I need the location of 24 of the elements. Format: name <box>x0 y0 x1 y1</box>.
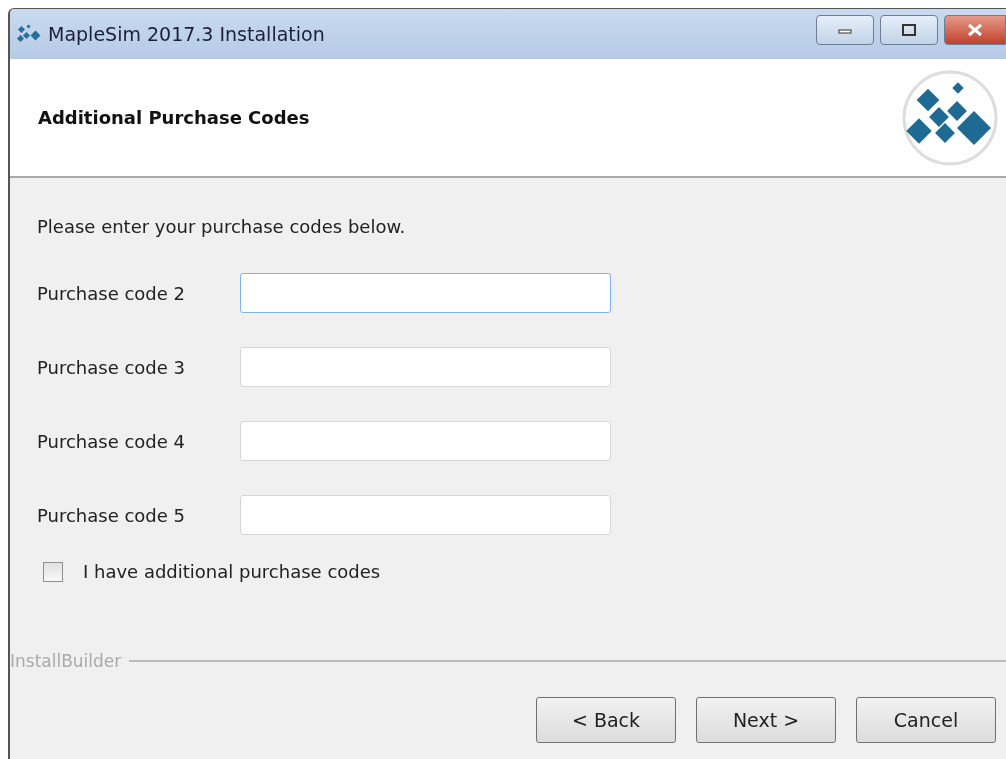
maximize-button[interactable] <box>880 15 938 45</box>
brand-label: InstallBuilder <box>10 651 122 671</box>
field-label: Purchase code 3 <box>37 356 187 378</box>
window-title: MapleSim 2017.3 Installation <box>48 23 325 45</box>
purchase-code-field[interactable] <box>240 347 611 387</box>
purchase-code-field[interactable] <box>240 495 611 535</box>
close-button[interactable] <box>944 15 1006 45</box>
wizard-button[interactable]: Cancel <box>856 697 996 743</box>
purchase-code-field[interactable] <box>240 273 611 313</box>
maximize-icon <box>901 23 917 37</box>
checkbox[interactable] <box>43 561 63 582</box>
app-icon <box>16 23 42 45</box>
close-icon <box>966 23 984 37</box>
field-label: Purchase code 4 <box>37 430 187 452</box>
logo-icon <box>902 69 998 166</box>
page-heading: Additional Purchase Codes <box>38 107 310 128</box>
checkbox-label: I have additional purchase codes <box>83 561 381 582</box>
minimize-button[interactable] <box>816 15 874 45</box>
wizard-button[interactable]: < Back <box>536 697 676 743</box>
field-label: Purchase code 2 <box>37 282 187 304</box>
field-label: Purchase code 5 <box>37 504 187 526</box>
wizard-button[interactable]: Next > <box>696 697 836 743</box>
instruction-text: Please enter your purchase codes below. <box>37 216 407 237</box>
purchase-code-field[interactable] <box>240 421 611 461</box>
